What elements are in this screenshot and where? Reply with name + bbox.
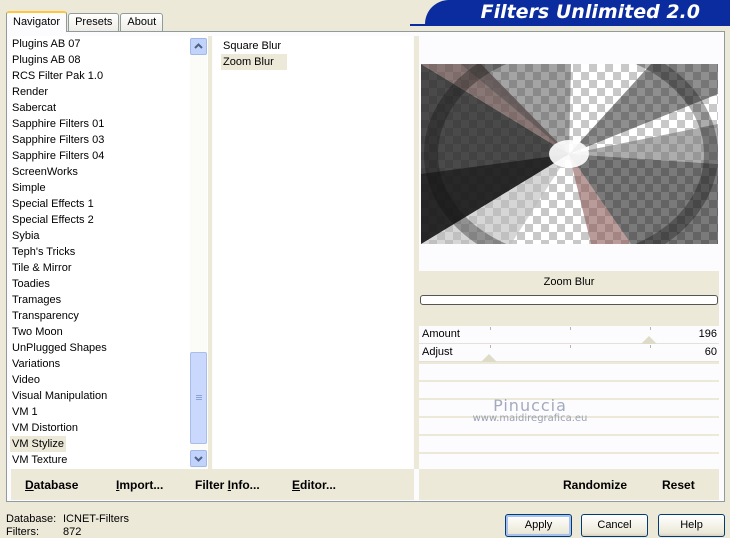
- category-item[interactable]: Tramages: [10, 292, 208, 308]
- category-item[interactable]: ScreenWorks: [10, 164, 208, 180]
- slider-tick: [650, 345, 651, 348]
- randomize-button[interactable]: Randomize: [563, 478, 627, 492]
- category-item[interactable]: Special Effects 2: [10, 212, 208, 228]
- slider-tick: [570, 327, 571, 330]
- status-label: Filters:: [6, 526, 39, 538]
- param-value: 60: [704, 346, 717, 358]
- category-item[interactable]: Sapphire Filters 04: [10, 148, 208, 164]
- cancel-button[interactable]: Cancel: [581, 514, 648, 537]
- category-item[interactable]: Simple: [10, 180, 208, 196]
- slider-tick: [570, 345, 571, 348]
- chevron-up-icon: [194, 43, 203, 49]
- scroll-down-button[interactable]: [190, 450, 207, 467]
- param-empty-row: [419, 380, 719, 394]
- preview-image: [421, 64, 718, 244]
- category-item[interactable]: Sybia: [10, 228, 208, 244]
- help-button[interactable]: Help: [658, 514, 725, 537]
- slider-tick: [650, 327, 651, 330]
- grip-line: [196, 397, 202, 398]
- zoom-blur-preview: [421, 64, 718, 244]
- category-item[interactable]: Video: [10, 372, 208, 388]
- filter-name: Zoom Blur: [543, 276, 595, 288]
- import-button[interactable]: Import...: [116, 478, 163, 492]
- panel-divider: [208, 36, 212, 469]
- grip-line: [196, 399, 202, 400]
- amount-slider-thumb[interactable]: [641, 336, 657, 344]
- category-item[interactable]: Special Effects 1: [10, 196, 208, 212]
- watermark: Pinuccia www.maidiregrafica.eu: [468, 396, 592, 424]
- category-item[interactable]: Tile & Mirror: [10, 260, 208, 276]
- database-button[interactable]: Database: [25, 478, 78, 492]
- category-item[interactable]: Variations: [10, 356, 208, 372]
- app-title-banner: Filters Unlimited 2.0: [425, 0, 730, 24]
- category-list[interactable]: Plugins AB 07 Plugins AB 08 RCS Filter P…: [10, 36, 208, 469]
- category-item[interactable]: Transparency: [10, 308, 208, 324]
- slider-tick: [490, 345, 491, 348]
- category-item[interactable]: VM 1: [10, 404, 208, 420]
- category-item[interactable]: RCS Filter Pak 1.0: [10, 68, 208, 84]
- param-empty-row: [419, 452, 719, 469]
- category-item[interactable]: Visual Manipulation: [10, 388, 208, 404]
- status-label: Database:: [6, 513, 57, 525]
- adjust-slider-thumb[interactable]: [481, 354, 497, 362]
- filter-info-button[interactable]: Filter Info...: [195, 478, 260, 492]
- tab-bar: Navigator Presets About: [6, 11, 164, 32]
- category-item[interactable]: Plugins AB 08: [10, 52, 208, 68]
- param-label: Adjust: [422, 346, 453, 358]
- grip-line: [196, 395, 202, 396]
- category-item-selected[interactable]: VM Stylize: [10, 436, 66, 452]
- category-scrollbar[interactable]: [190, 37, 207, 468]
- status-value: ICNET-Filters: [63, 513, 129, 525]
- tab-navigator[interactable]: Navigator: [6, 11, 68, 32]
- slider-tick: [490, 327, 491, 330]
- category-item[interactable]: VM Distortion: [10, 420, 208, 436]
- category-item[interactable]: Plugins AB 07: [10, 36, 208, 52]
- param-empty-row: [419, 362, 719, 376]
- param-label: Amount: [422, 328, 460, 340]
- param-empty-row: [419, 434, 719, 448]
- filter-item[interactable]: Square Blur: [213, 38, 413, 54]
- status-database: Database: ICNET-Filters: [6, 513, 129, 525]
- scroll-thumb[interactable]: [190, 352, 207, 444]
- apply-button[interactable]: Apply: [505, 514, 572, 537]
- param-value: 196: [698, 328, 717, 340]
- banner-underline: [410, 24, 730, 26]
- category-item[interactable]: Sapphire Filters 01: [10, 116, 208, 132]
- filter-item-selected[interactable]: Zoom Blur: [221, 54, 287, 70]
- category-item[interactable]: Sabercat: [10, 100, 208, 116]
- filter-list[interactable]: Square Blur Zoom Blur: [213, 36, 413, 469]
- category-item[interactable]: UnPlugged Shapes: [10, 340, 208, 356]
- chevron-down-icon: [194, 456, 203, 462]
- status-value: 872: [63, 526, 82, 538]
- editor-button[interactable]: Editor...: [292, 478, 336, 492]
- category-item[interactable]: Two Moon: [10, 324, 208, 340]
- progress-bar: [420, 295, 718, 305]
- scroll-up-button[interactable]: [190, 38, 207, 55]
- category-item[interactable]: Teph's Tricks: [10, 244, 208, 260]
- watermark-url: www.maidiregrafica.eu: [472, 413, 588, 424]
- param-amount[interactable]: Amount 196: [419, 326, 719, 344]
- category-item[interactable]: Sapphire Filters 03: [10, 132, 208, 148]
- category-item[interactable]: VM Texture: [10, 452, 208, 468]
- category-item[interactable]: Render: [10, 84, 208, 100]
- tab-about[interactable]: About: [120, 13, 164, 32]
- filter-name-area: Zoom Blur: [419, 271, 719, 326]
- status-filters: Filters: 872: [6, 526, 81, 538]
- param-adjust[interactable]: Adjust 60: [419, 344, 719, 362]
- tab-presets[interactable]: Presets: [68, 13, 120, 32]
- reset-button[interactable]: Reset: [662, 478, 695, 492]
- category-item[interactable]: Toadies: [10, 276, 208, 292]
